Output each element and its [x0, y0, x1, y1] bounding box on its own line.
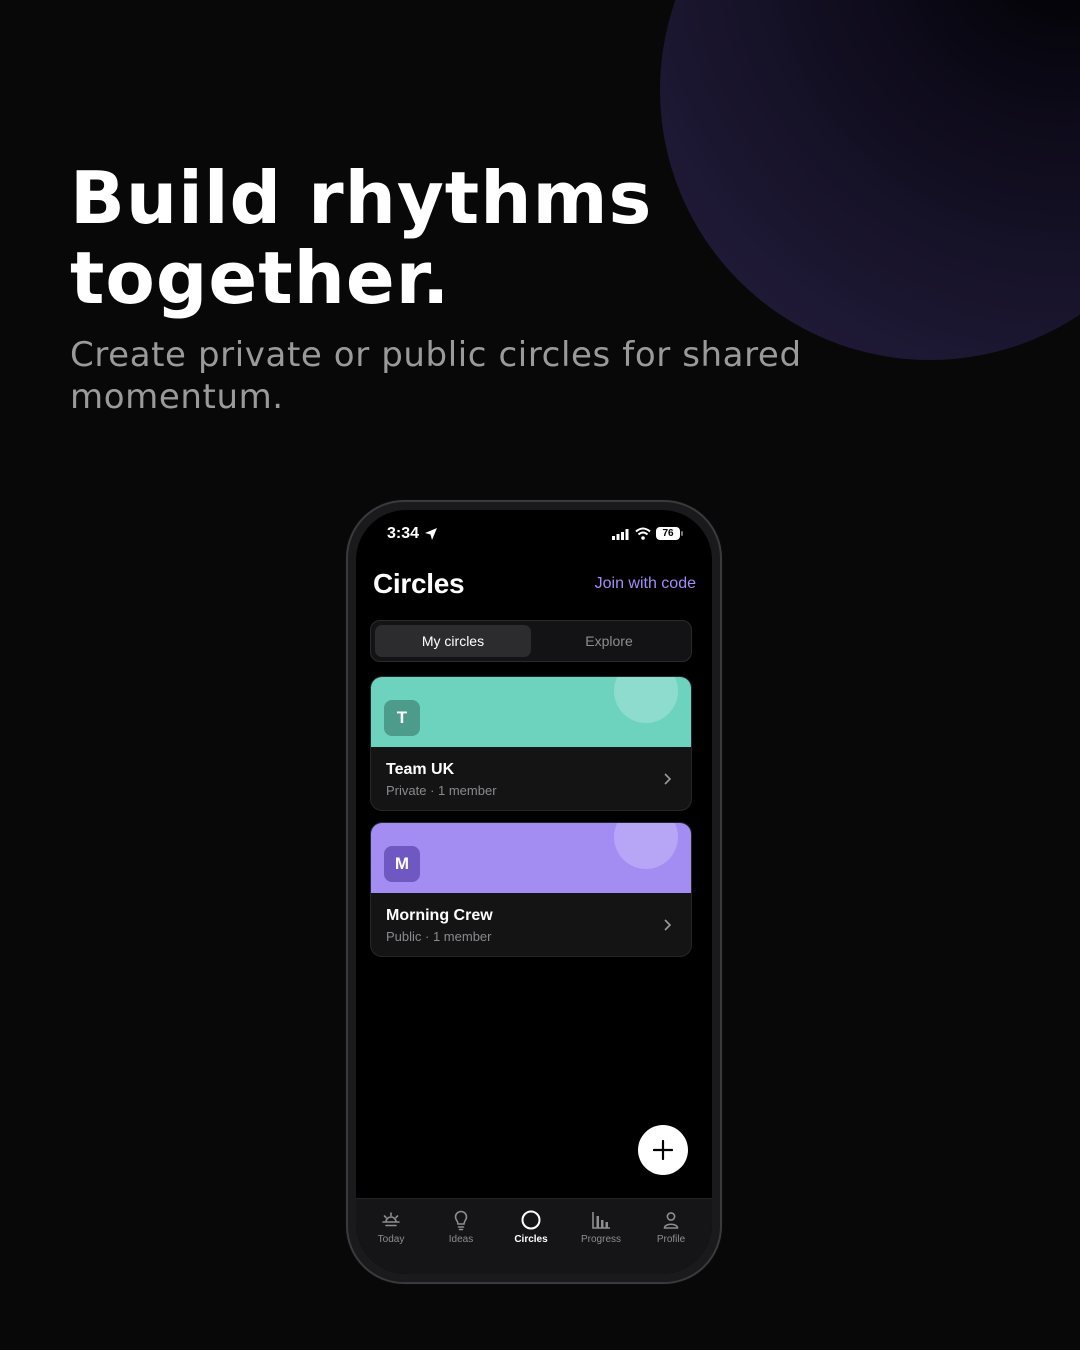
- circle-icon: [521, 1210, 541, 1230]
- tab-profile[interactable]: Profile: [636, 1209, 706, 1245]
- tab-label: Progress: [580, 1234, 621, 1245]
- tab-today[interactable]: Today: [356, 1209, 426, 1245]
- battery-indicator: 76: [656, 527, 680, 540]
- bar-chart-icon: [592, 1212, 610, 1229]
- circle-card-morning-crew[interactable]: M Morning Crew Public · 1 member: [370, 822, 692, 957]
- circle-banner: T: [371, 677, 691, 747]
- chevron-right-icon: [664, 919, 671, 931]
- bottom-tab-bar: Today Ideas Circles Progress Profile: [356, 1198, 712, 1274]
- circle-meta: Private · 1 member: [386, 783, 497, 798]
- phone-screen: 3:34 76 Circles Join with code My circle…: [356, 510, 712, 1274]
- tab-ideas[interactable]: Ideas: [426, 1209, 496, 1245]
- circle-name: Morning Crew: [386, 907, 493, 924]
- circle-card-team-uk[interactable]: T Team UK Private · 1 member: [370, 676, 692, 811]
- page-title: Circles: [373, 568, 465, 599]
- promo-canvas: Build rhythms together. Create private o…: [0, 0, 1080, 1350]
- circle-name: Team UK: [386, 761, 455, 778]
- tab-explore[interactable]: Explore: [531, 625, 687, 657]
- circle-banner: M: [371, 823, 691, 893]
- chevron-right-icon: [664, 773, 671, 785]
- tab-label: Circles: [514, 1234, 548, 1245]
- circle-meta: Public · 1 member: [386, 929, 492, 944]
- banner-decor-circle: [614, 677, 678, 723]
- banner-decor-circle: [614, 823, 678, 869]
- tab-my-circles[interactable]: My circles: [375, 625, 531, 657]
- headline-line-1: Build rhythms: [70, 156, 653, 240]
- phone-mockup: 3:34 76 Circles Join with code My circle…: [346, 500, 722, 1284]
- segmented-control: My circles Explore: [370, 620, 692, 662]
- join-with-code-button[interactable]: Join with code: [595, 575, 696, 593]
- subheadline: Create private or public circles for sha…: [70, 335, 802, 417]
- sunrise-icon: [382, 1212, 400, 1227]
- headline: Build rhythms together.: [70, 158, 890, 318]
- battery-terminal: [681, 531, 683, 536]
- tab-progress[interactable]: Progress: [566, 1209, 636, 1245]
- circle-avatar: T: [384, 700, 420, 736]
- tab-label: Profile: [656, 1234, 686, 1245]
- wifi-icon: [635, 527, 651, 540]
- circle-avatar: M: [384, 846, 420, 882]
- create-circle-button[interactable]: [638, 1125, 688, 1175]
- plus-icon: [653, 1140, 673, 1160]
- status-bar: 3:34 76: [356, 510, 712, 560]
- lightbulb-icon: [454, 1210, 468, 1231]
- location-arrow-icon: [425, 528, 437, 540]
- cellular-signal-icon: [612, 529, 629, 540]
- headline-line-2: together.: [70, 236, 451, 320]
- tab-label: Today: [377, 1234, 405, 1245]
- person-icon: [663, 1212, 679, 1229]
- tab-label: Ideas: [448, 1234, 474, 1245]
- tab-circles[interactable]: Circles: [496, 1209, 566, 1245]
- status-time: 3:34: [387, 525, 420, 542]
